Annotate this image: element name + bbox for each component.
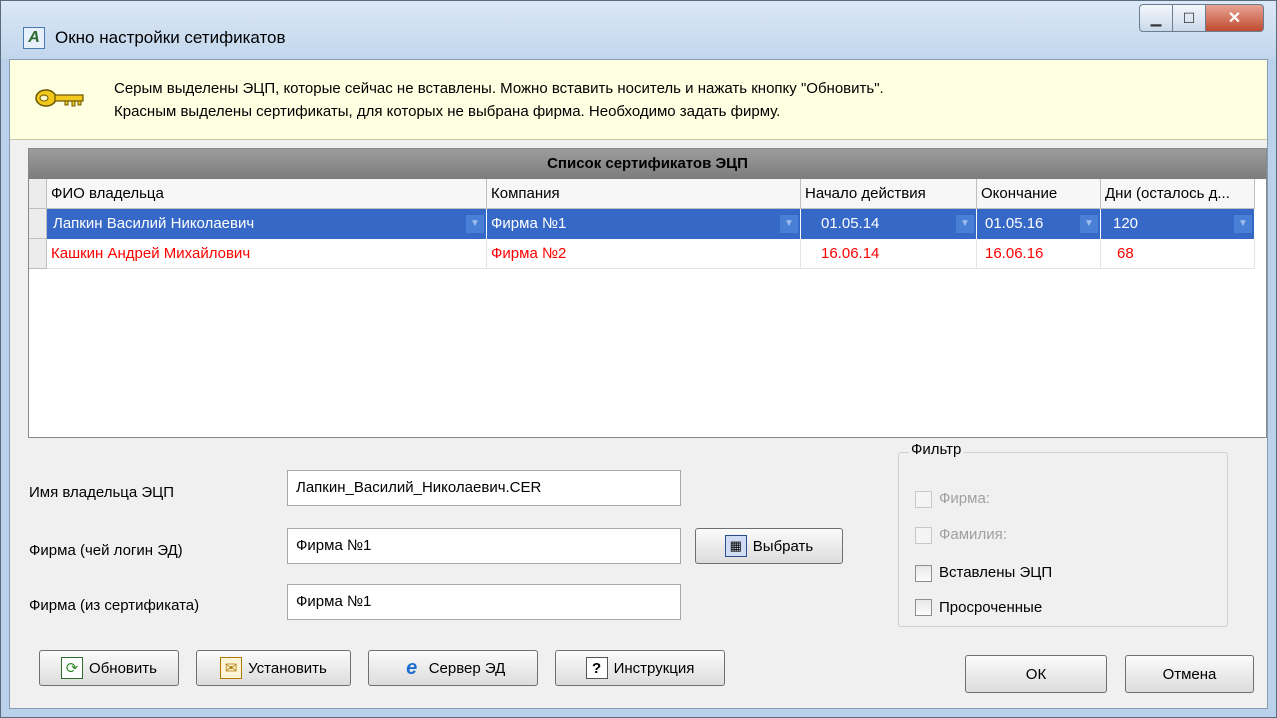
cell-owner[interactable]: Лапкин Василий Николаевич ▼ xyxy=(47,209,487,239)
cell-owner[interactable]: Кашкин Андрей Михайлович xyxy=(47,239,487,269)
cancel-label: Отмена xyxy=(1162,665,1217,683)
column-header-end[interactable]: Окончание xyxy=(977,179,1101,209)
info-line-1: Серым выделены ЭЦП, которые сейчас не вс… xyxy=(114,80,884,97)
title-bar[interactable]: А Окно настройки сетификатов ▁ ☐ ✕ xyxy=(1,1,1276,59)
firm-cert-label: Фирма (из сертификата) xyxy=(29,597,200,614)
info-line-2: Красным выделены сертификаты, для которы… xyxy=(114,103,781,120)
filter-inserted-label: Вставлены ЭЦП xyxy=(939,564,1053,581)
filter-expired-label: Просроченные xyxy=(939,599,1043,616)
grid-caption: Список сертификатов ЭЦП xyxy=(29,149,1266,179)
cell-days[interactable]: 120 ▼ xyxy=(1101,209,1255,239)
cell-end[interactable]: 01.05.16 ▼ xyxy=(977,209,1101,239)
cancel-button[interactable]: Отмена xyxy=(1125,655,1254,693)
firm-cert-field[interactable]: Фирма №1 xyxy=(287,584,681,620)
table-row[interactable]: Кашкин Андрей Михайлович Фирма №2 16.06.… xyxy=(29,239,1266,269)
table-icon: ▦ xyxy=(724,535,747,557)
minimize-button[interactable]: ▁ xyxy=(1139,4,1173,32)
table-row[interactable]: Лапкин Василий Николаевич ▼ Фирма №1 ▼ 01.… xyxy=(29,209,1266,239)
maximize-button[interactable]: ☐ xyxy=(1173,4,1206,32)
dropdown-arrow-icon[interactable]: ▼ xyxy=(780,215,798,233)
cell-company[interactable]: Фирма №2 xyxy=(487,239,801,269)
firm-login-label: Фирма (чей логин ЭД) xyxy=(29,542,183,559)
cell-days-text: 120 xyxy=(1113,215,1139,232)
refresh-label: Обновить xyxy=(89,659,157,677)
install-button[interactable]: ✉ Установить xyxy=(196,650,351,686)
minimize-icon: ▁ xyxy=(1150,9,1162,26)
cell-end[interactable]: 16.06.16 xyxy=(977,239,1101,269)
grid-header-row: ФИО владельца Компания Начало действия О… xyxy=(29,179,1266,209)
app-icon: А xyxy=(23,27,45,49)
cell-end-text: 01.05.16 xyxy=(985,215,1044,232)
dropdown-arrow-icon[interactable]: ▼ xyxy=(1080,215,1098,233)
column-header-start[interactable]: Начало действия xyxy=(801,179,977,209)
certificate-settings-window: А Окно настройки сетификатов ▁ ☐ ✕ Серым… xyxy=(0,0,1277,718)
cell-company[interactable]: Фирма №1 ▼ xyxy=(487,209,801,239)
row-selector[interactable] xyxy=(29,239,47,269)
column-header-company[interactable]: Компания xyxy=(487,179,801,209)
filter-inserted-checkbox[interactable] xyxy=(915,565,932,582)
client-area: Серым выделены ЭЦП, которые сейчас не вс… xyxy=(9,59,1268,709)
header-row-selector xyxy=(29,179,47,209)
server-button[interactable]: e Сервер ЭД xyxy=(368,650,538,686)
refresh-button[interactable]: ⟳ Обновить xyxy=(39,650,179,686)
cell-start-text: 01.05.14 xyxy=(821,215,880,232)
cell-start[interactable]: 16.06.14 xyxy=(801,239,977,269)
help-label: Инструкция xyxy=(613,659,695,677)
row-selector[interactable] xyxy=(29,209,47,239)
filter-firm-checkbox[interactable] xyxy=(915,491,932,508)
filter-firm-label: Фирма: xyxy=(939,490,990,507)
certificate-icon: ✉ xyxy=(220,657,243,679)
close-icon: ✕ xyxy=(1227,10,1242,27)
choose-label: Выбрать xyxy=(752,537,814,555)
owner-field[interactable]: Лапкин_Василий_Николаевич.CER xyxy=(287,470,681,506)
dropdown-arrow-icon[interactable]: ▼ xyxy=(956,215,974,233)
close-button[interactable]: ✕ xyxy=(1206,4,1264,32)
dropdown-arrow-icon[interactable]: ▼ xyxy=(1234,215,1252,233)
cell-company-text: Фирма №1 xyxy=(491,215,567,232)
certificates-grid[interactable]: Список сертификатов ЭЦП ФИО владельца Ко… xyxy=(28,148,1267,438)
server-label: Сервер ЭД xyxy=(428,659,506,677)
window-controls: ▁ ☐ ✕ xyxy=(1139,4,1264,32)
column-header-owner[interactable]: ФИО владельца xyxy=(47,179,487,209)
owner-label: Имя владельца ЭЦП xyxy=(29,484,175,501)
filter-group: Фильтр Фирма: Фамилия: Вставлены ЭЦП Про… xyxy=(898,441,1228,627)
ok-button[interactable]: ОК xyxy=(965,655,1107,693)
filter-title: Фильтр xyxy=(909,441,964,458)
help-icon: ? xyxy=(585,657,608,679)
internet-explorer-icon: e xyxy=(406,656,418,679)
cell-days[interactable]: 68 xyxy=(1101,239,1255,269)
cell-start[interactable]: 01.05.14 ▼ xyxy=(801,209,977,239)
choose-firm-button[interactable]: ▦ Выбрать xyxy=(695,528,843,564)
info-panel: Серым выделены ЭЦП, которые сейчас не вс… xyxy=(10,60,1267,140)
ok-label: ОК xyxy=(1025,665,1047,683)
maximize-icon: ☐ xyxy=(1182,9,1196,26)
firm-login-field[interactable]: Фирма №1 xyxy=(287,528,681,564)
filter-surname-checkbox[interactable] xyxy=(915,527,932,544)
cell-owner-text: Лапкин Василий Николаевич xyxy=(53,215,255,232)
refresh-icon: ⟳ xyxy=(61,657,84,679)
install-label: Установить xyxy=(248,659,327,677)
filter-surname-label: Фамилия: xyxy=(939,526,1007,543)
help-button[interactable]: ? Инструкция xyxy=(555,650,725,686)
dropdown-arrow-icon[interactable]: ▼ xyxy=(466,215,484,233)
window-title: Окно настройки сетификатов xyxy=(55,28,286,47)
column-header-days[interactable]: Дни (осталось д... xyxy=(1101,179,1255,209)
key-icon xyxy=(35,89,84,107)
filter-expired-checkbox[interactable] xyxy=(915,599,932,616)
